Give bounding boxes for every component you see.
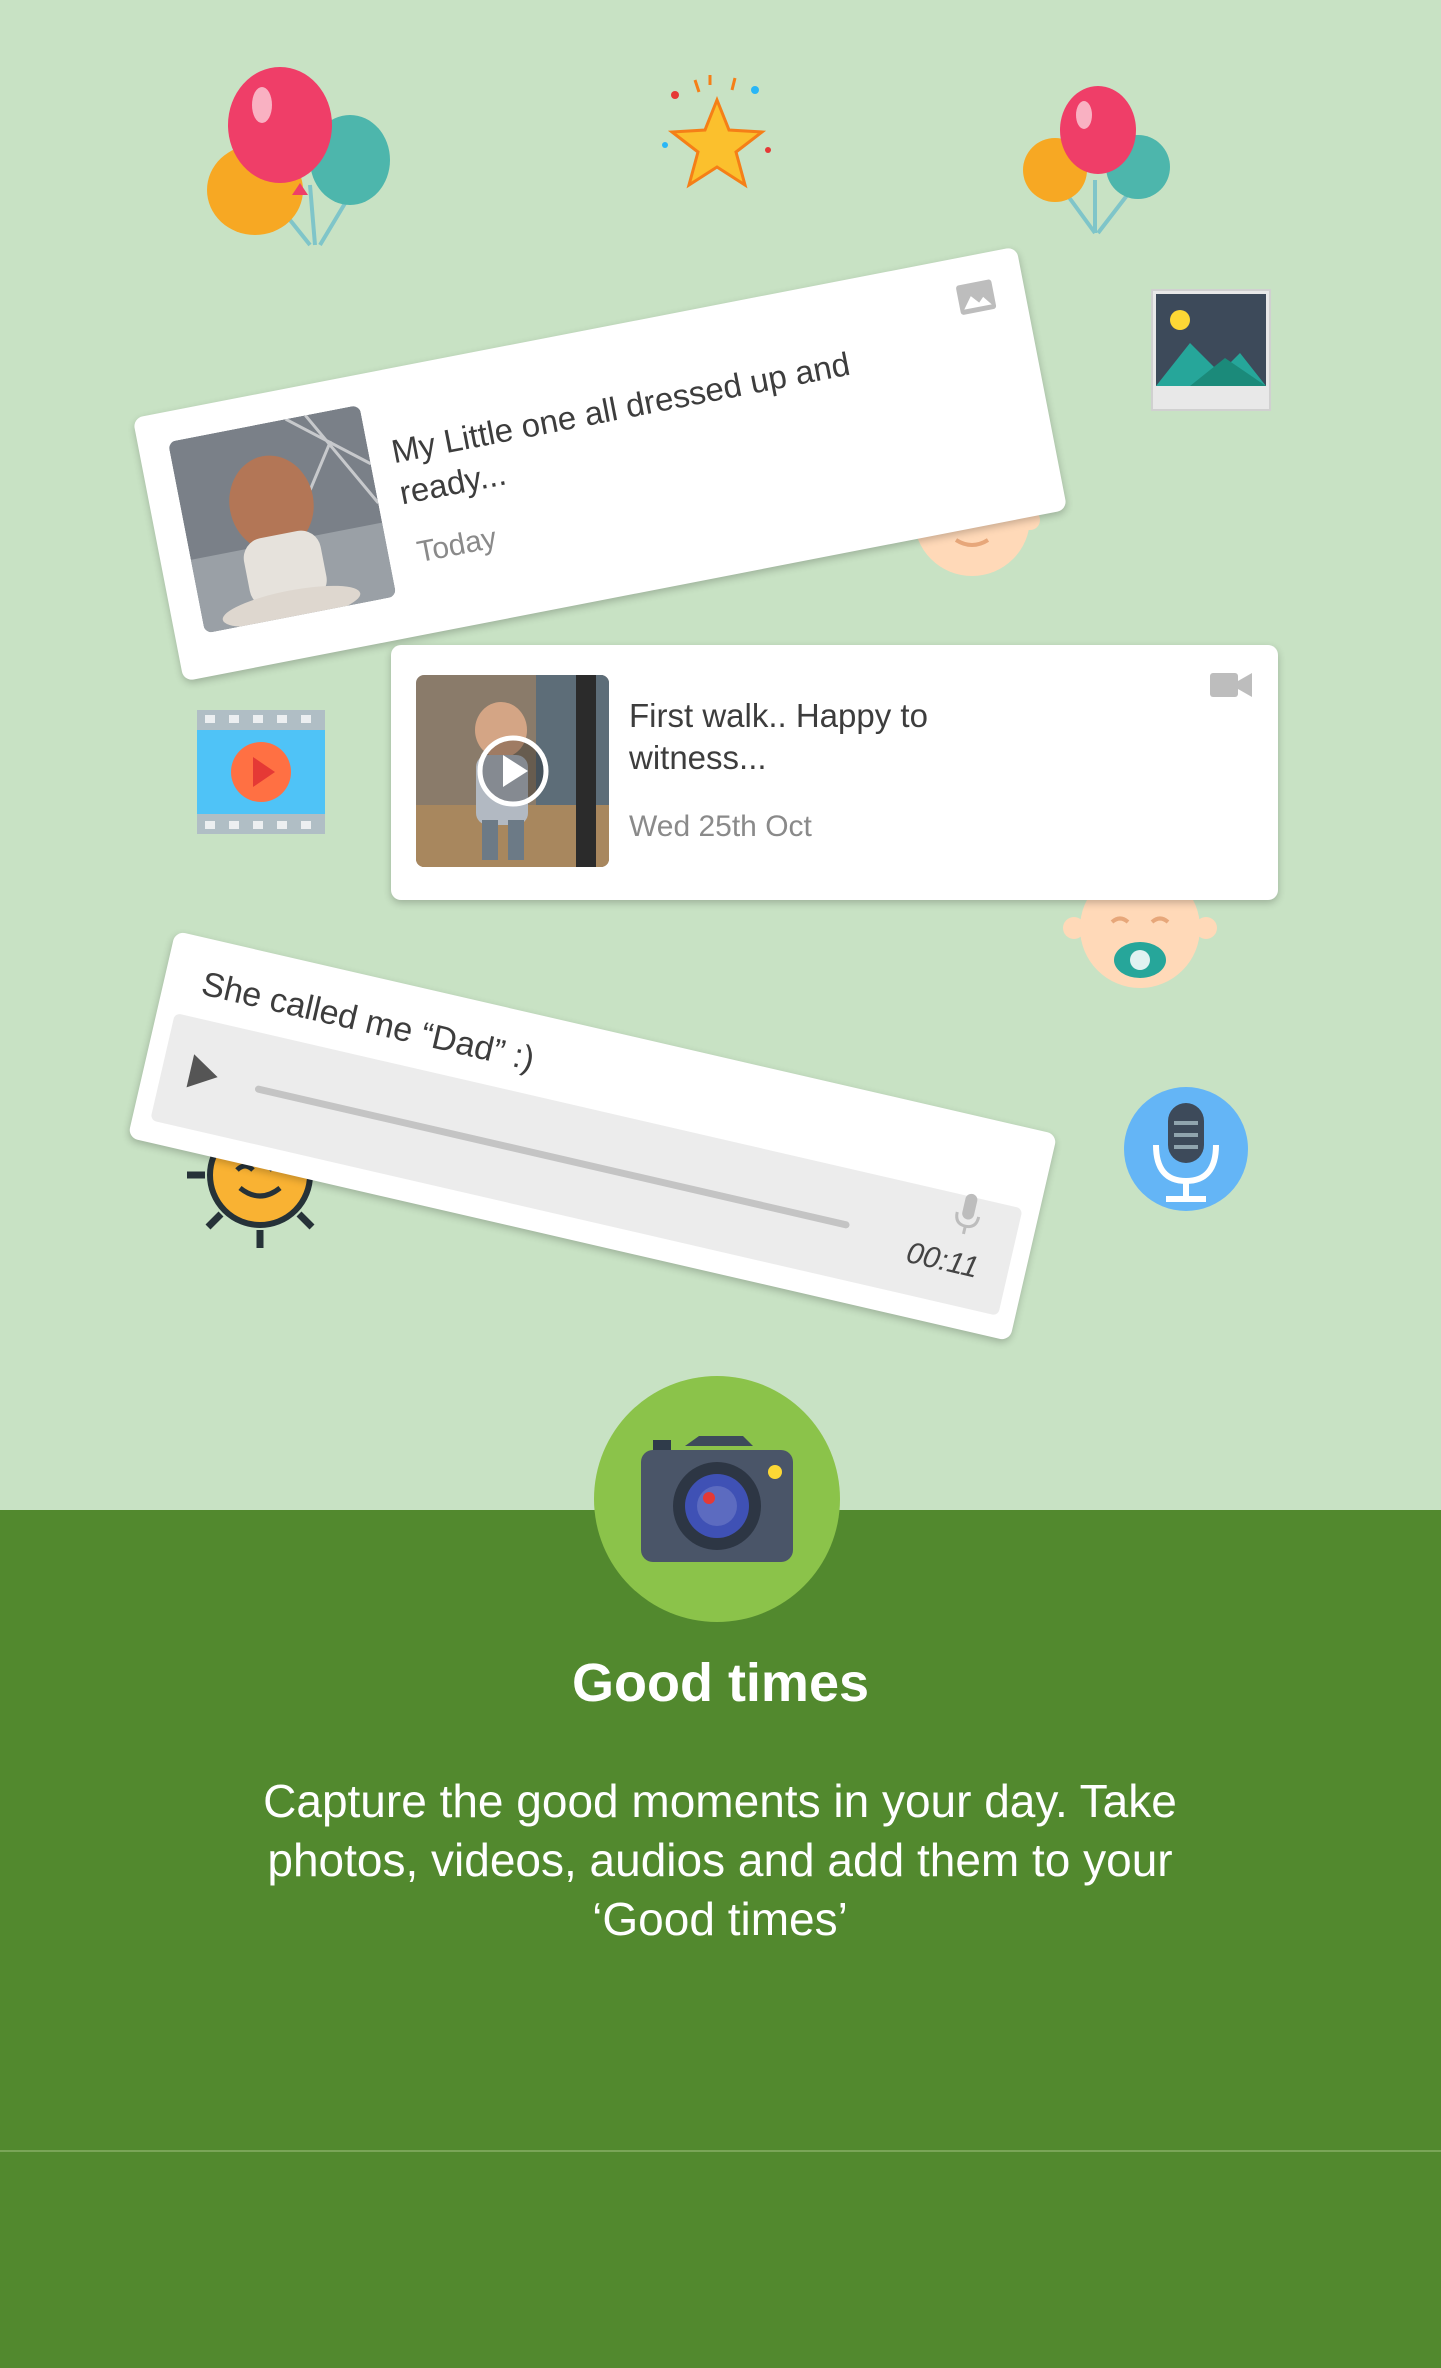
video-film-icon: [197, 710, 325, 834]
microphone-badge-icon: [1124, 1087, 1248, 1211]
play-icon[interactable]: [186, 1054, 222, 1094]
video-thumbnail: [416, 675, 609, 867]
camera-badge: [594, 1376, 840, 1622]
audio-duration: 00:11: [903, 1236, 982, 1285]
page-description: Capture the good moments in your day. Ta…: [263, 1775, 1177, 1945]
balloons-icon: [207, 67, 390, 247]
balloons-icon: [1023, 86, 1170, 235]
card-date: Today: [414, 521, 500, 570]
video-camera-icon: [1210, 673, 1252, 697]
star-confetti-icon: [662, 75, 771, 189]
divider: [0, 2150, 1441, 2152]
image-icon: [956, 279, 997, 315]
page-title: Good times: [571, 1653, 870, 1713]
card-caption: First walk.. Happy to witness...: [629, 697, 928, 776]
card-caption: My Little one all dressed up and ready..…: [388, 344, 853, 512]
microphone-icon: [955, 1193, 981, 1235]
photo-thumbnail: [167, 404, 397, 634]
picture-icon: [1151, 289, 1271, 411]
memory-card-video[interactable]: First walk.. Happy to witness... Wed 25t…: [391, 645, 1278, 900]
card-date: Wed 25th Oct: [629, 810, 812, 843]
camera-icon: [641, 1436, 793, 1562]
